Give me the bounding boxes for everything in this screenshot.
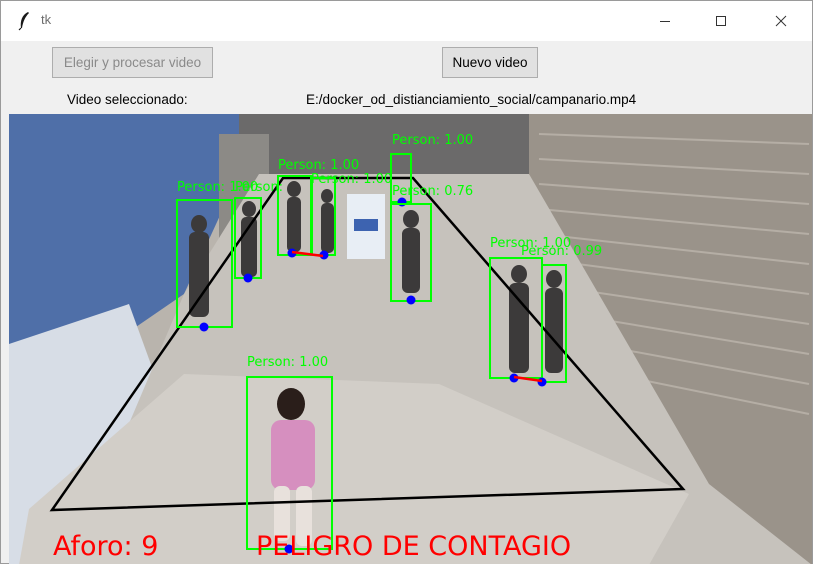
maximize-icon xyxy=(716,16,726,26)
aforo-counter: Aforo: 9 xyxy=(53,531,158,562)
detection-label: Person: 0.76 xyxy=(392,184,473,199)
app-window: tk Elegir y procesar video Nuevo video V… xyxy=(0,0,813,564)
video-frame: Person: 1.00 Person: 0.76 Person: 1.00 Pers… xyxy=(9,114,812,564)
detection-label: Person: 1.00 xyxy=(278,158,359,173)
detection-label: Person: 1.00 xyxy=(247,355,328,370)
close-icon xyxy=(775,15,787,27)
foot-point xyxy=(199,322,209,332)
new-video-button[interactable]: Nuevo video xyxy=(442,47,538,78)
foot-point xyxy=(243,273,253,283)
close-button[interactable] xyxy=(758,1,804,41)
foot-point xyxy=(537,377,547,387)
window-title: tk xyxy=(41,12,52,27)
choose-process-video-button[interactable]: Elegir y procesar video xyxy=(52,47,213,78)
minimize-icon xyxy=(660,21,670,22)
info-stand-logo xyxy=(354,219,378,231)
selected-video-label: Video seleccionado: xyxy=(67,92,188,107)
detection-label: Person: 0.99 xyxy=(521,244,602,259)
title-bar[interactable]: tk xyxy=(1,1,812,41)
foot-point xyxy=(406,295,416,305)
detection-label: Person: 1.00 xyxy=(392,133,473,148)
minimize-button[interactable] xyxy=(642,1,688,41)
detection-label: Person: 1.00 xyxy=(311,172,392,187)
feather-icon xyxy=(18,11,30,31)
selected-video-path: E:/docker_od_distianciamiento_social/cam… xyxy=(306,92,637,107)
contagion-warning: PELIGRO DE CONTAGIO xyxy=(256,531,571,562)
detection-label: Person: xyxy=(235,180,283,195)
maximize-button[interactable] xyxy=(698,1,744,41)
video-canvas: Person: 1.00Person: 0.76Person: 1.00Pers… xyxy=(9,114,812,564)
